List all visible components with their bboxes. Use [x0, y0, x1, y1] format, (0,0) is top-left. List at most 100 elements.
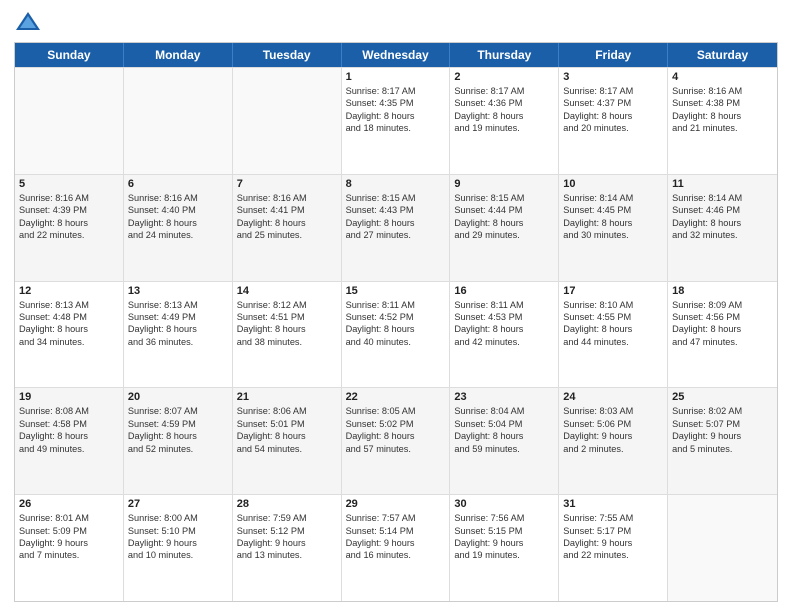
cell-info-line: Daylight: 8 hours	[454, 110, 554, 122]
cell-info-line: Sunrise: 8:16 AM	[128, 192, 228, 204]
cell-info-line: Sunrise: 8:10 AM	[563, 299, 663, 311]
cell-info-line: Daylight: 8 hours	[454, 323, 554, 335]
cell-info-line: and 42 minutes.	[454, 336, 554, 348]
cell-info-line: Sunset: 4:40 PM	[128, 204, 228, 216]
day-number: 29	[346, 498, 446, 510]
day-number: 7	[237, 178, 337, 190]
cell-info-line: Daylight: 9 hours	[672, 430, 773, 442]
day-number: 28	[237, 498, 337, 510]
calendar-cell: 9Sunrise: 8:15 AMSunset: 4:44 PMDaylight…	[450, 175, 559, 281]
calendar-cell: 13Sunrise: 8:13 AMSunset: 4:49 PMDayligh…	[124, 282, 233, 388]
cell-info-line: Daylight: 8 hours	[237, 430, 337, 442]
cell-info-line: and 29 minutes.	[454, 229, 554, 241]
cell-info-line: Daylight: 8 hours	[237, 323, 337, 335]
cell-info-line: Sunset: 4:46 PM	[672, 204, 773, 216]
cell-info-line: Daylight: 8 hours	[672, 110, 773, 122]
cell-info-line: Sunrise: 8:15 AM	[454, 192, 554, 204]
calendar-row: 5Sunrise: 8:16 AMSunset: 4:39 PMDaylight…	[15, 174, 777, 281]
calendar-cell: 4 Sunrise: 8:16 AMSunset: 4:38 PMDaylight…	[668, 68, 777, 174]
calendar-cell: 3Sunrise: 8:17 AMSunset: 4:37 PMDaylight…	[559, 68, 668, 174]
cell-info-line: Sunrise: 8:17 AM	[346, 85, 446, 97]
calendar-cell: 27Sunrise: 8:00 AMSunset: 5:10 PMDayligh…	[124, 495, 233, 601]
cell-info-line: and 2 minutes.	[563, 443, 663, 455]
cell-info-line: Sunrise: 8:06 AM	[237, 405, 337, 417]
cell-info-line: and 27 minutes.	[346, 229, 446, 241]
calendar-cell: 31Sunrise: 7:55 AMSunset: 5:17 PMDayligh…	[559, 495, 668, 601]
cell-info-line: Sunset: 4:51 PM	[237, 311, 337, 323]
cell-info-line: Daylight: 8 hours	[454, 217, 554, 229]
cell-info-line: and 38 minutes.	[237, 336, 337, 348]
weekday-header: Saturday	[668, 43, 777, 67]
cell-info-line: Daylight: 9 hours	[454, 537, 554, 549]
logo	[14, 10, 46, 34]
calendar-cell: 6Sunrise: 8:16 AMSunset: 4:40 PMDaylight…	[124, 175, 233, 281]
cell-info-line: Sunset: 4:58 PM	[19, 418, 119, 430]
calendar-cell: 18Sunrise: 8:09 AMSunset: 4:56 PMDayligh…	[668, 282, 777, 388]
calendar-cell	[124, 68, 233, 174]
cell-info-line: Daylight: 8 hours	[19, 217, 119, 229]
cell-info-line: and 13 minutes.	[237, 549, 337, 561]
cell-info-line: Sunrise: 8:13 AM	[19, 299, 119, 311]
weekday-header: Thursday	[450, 43, 559, 67]
cell-info-line: Sunset: 5:15 PM	[454, 525, 554, 537]
cell-info-line: and 52 minutes.	[128, 443, 228, 455]
cell-info-line: and 5 minutes.	[672, 443, 773, 455]
day-number: 6	[128, 178, 228, 190]
cell-info-line: Sunrise: 7:57 AM	[346, 512, 446, 524]
cell-info-line: Sunrise: 8:17 AM	[563, 85, 663, 97]
cell-info-line: Sunrise: 8:09 AM	[672, 299, 773, 311]
weekday-header: Wednesday	[342, 43, 451, 67]
cell-info-line: Sunrise: 7:59 AM	[237, 512, 337, 524]
cell-info-line: Sunset: 4:53 PM	[454, 311, 554, 323]
cell-info-line: Sunrise: 8:07 AM	[128, 405, 228, 417]
day-number: 4	[672, 71, 773, 83]
cell-info-line: and 10 minutes.	[128, 549, 228, 561]
cell-info-line: Sunrise: 8:15 AM	[346, 192, 446, 204]
calendar-cell: 10Sunrise: 8:14 AMSunset: 4:45 PMDayligh…	[559, 175, 668, 281]
cell-info-line: Daylight: 8 hours	[128, 430, 228, 442]
cell-info-line: Sunset: 4:48 PM	[19, 311, 119, 323]
cell-info-line: Sunset: 5:17 PM	[563, 525, 663, 537]
cell-info-line: Sunset: 5:10 PM	[128, 525, 228, 537]
cell-info-line: Daylight: 8 hours	[672, 217, 773, 229]
calendar-cell: 1Sunrise: 8:17 AMSunset: 4:35 PMDaylight…	[342, 68, 451, 174]
cell-info-line: Sunrise: 8:05 AM	[346, 405, 446, 417]
day-number: 22	[346, 391, 446, 403]
day-number: 9	[454, 178, 554, 190]
cell-info-line: and 59 minutes.	[454, 443, 554, 455]
calendar-cell: 19Sunrise: 8:08 AMSunset: 4:58 PMDayligh…	[15, 388, 124, 494]
cell-info-line: and 19 minutes.	[454, 122, 554, 134]
cell-info-line: Daylight: 8 hours	[672, 323, 773, 335]
cell-info-line: and 16 minutes.	[346, 549, 446, 561]
cell-info-line: Sunset: 4:49 PM	[128, 311, 228, 323]
cell-info-line: Sunset: 4:38 PM	[672, 97, 773, 109]
cell-info-line: Daylight: 9 hours	[19, 537, 119, 549]
cell-info-line: and 25 minutes.	[237, 229, 337, 241]
weekday-header: Friday	[559, 43, 668, 67]
cell-info-line: Sunset: 5:01 PM	[237, 418, 337, 430]
calendar-cell: 23Sunrise: 8:04 AMSunset: 5:04 PMDayligh…	[450, 388, 559, 494]
calendar-cell: 26Sunrise: 8:01 AMSunset: 5:09 PMDayligh…	[15, 495, 124, 601]
cell-info-line: Daylight: 9 hours	[346, 537, 446, 549]
cell-info-line: Sunrise: 8:01 AM	[19, 512, 119, 524]
cell-info-line: Sunrise: 8:16 AM	[19, 192, 119, 204]
cell-info-line: and 40 minutes.	[346, 336, 446, 348]
calendar-cell: 2Sunrise: 8:17 AMSunset: 4:36 PMDaylight…	[450, 68, 559, 174]
weekday-header: Sunday	[15, 43, 124, 67]
cell-info-line: and 54 minutes.	[237, 443, 337, 455]
calendar-cell	[668, 495, 777, 601]
cell-info-line: and 32 minutes.	[672, 229, 773, 241]
day-number: 1	[346, 71, 446, 83]
cell-info-line: Sunrise: 8:16 AM	[672, 85, 773, 97]
calendar-cell: 24Sunrise: 8:03 AMSunset: 5:06 PMDayligh…	[559, 388, 668, 494]
logo-icon	[14, 10, 42, 34]
day-number: 20	[128, 391, 228, 403]
cell-info-line: and 7 minutes.	[19, 549, 119, 561]
calendar-cell: 25Sunrise: 8:02 AMSunset: 5:07 PMDayligh…	[668, 388, 777, 494]
day-number: 10	[563, 178, 663, 190]
cell-info-line: Daylight: 9 hours	[128, 537, 228, 549]
cell-info-line: Sunset: 4:52 PM	[346, 311, 446, 323]
calendar-cell: 30Sunrise: 7:56 AMSunset: 5:15 PMDayligh…	[450, 495, 559, 601]
cell-info-line: Daylight: 8 hours	[346, 430, 446, 442]
cell-info-line: Daylight: 8 hours	[19, 430, 119, 442]
